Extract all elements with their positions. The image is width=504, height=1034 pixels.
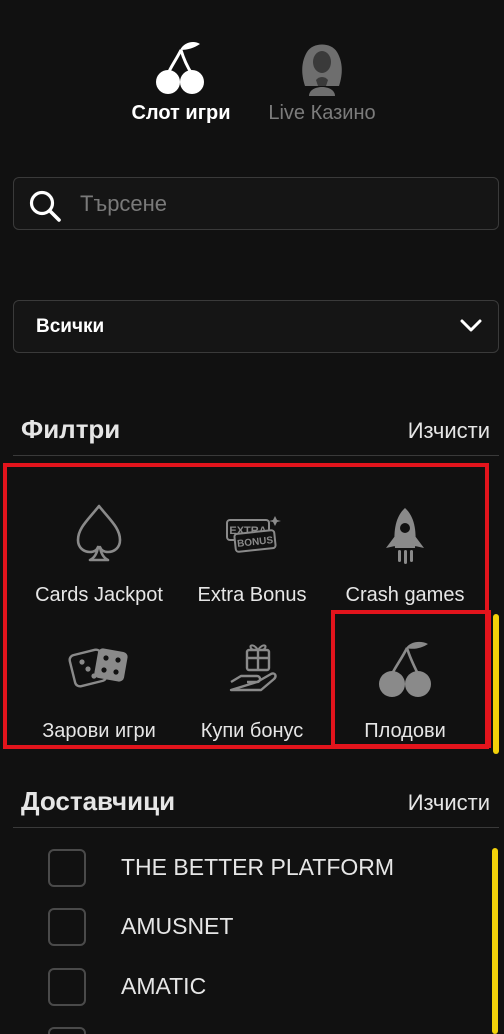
- provider-item[interactable]: THE BETTER PLATFORM: [0, 849, 504, 899]
- category-select-value: Всички: [36, 316, 105, 337]
- provider-label: AMATIC: [121, 973, 207, 999]
- filter-cards-jackpot-label: Cards Jackpot: [35, 584, 163, 606]
- dealer-icon: [302, 44, 342, 96]
- game-filter-panel: Слот игри Live Казино Всички Филтри Изчи…: [0, 0, 504, 1034]
- filter-extra-bonus-label: Extra Bonus: [197, 584, 307, 606]
- game-type-tabs: Слот игри Live Казино: [0, 0, 504, 140]
- filter-buy-bonus[interactable]: Купи бонус: [175, 628, 329, 752]
- filter-buy-bonus-label: Купи бонус: [200, 720, 304, 742]
- provider-item-partial[interactable]: [0, 1027, 504, 1034]
- rocket-icon: [386, 508, 424, 564]
- dice-icon: [68, 648, 128, 688]
- provider-checkbox[interactable]: [48, 1027, 86, 1034]
- providers-header: Доставчици Изчисти: [0, 786, 504, 826]
- spade-icon: [76, 504, 122, 562]
- provider-item[interactable]: AMATIC: [0, 968, 504, 1018]
- filter-cards-jackpot[interactable]: Cards Jackpot: [22, 492, 176, 616]
- filters-divider: [13, 455, 499, 456]
- filter-dice-games[interactable]: Зарови игри: [22, 628, 176, 752]
- filter-extra-bonus[interactable]: EXTRA BONUS Extra Bonus: [175, 492, 329, 616]
- providers-scrollbar[interactable]: [492, 848, 498, 1034]
- filter-dice-games-label: Зарови игри: [42, 720, 156, 742]
- filters-clear-button[interactable]: Изчисти: [408, 418, 490, 444]
- filters-title: Филтри: [21, 414, 121, 444]
- search-box: [13, 177, 499, 230]
- tab-live-casino[interactable]: Live Казино: [252, 36, 392, 125]
- tab-slot-games-label: Слот игри: [131, 102, 231, 124]
- search-icon: [29, 190, 61, 222]
- provider-label: THE BETTER PLATFORM: [121, 854, 395, 880]
- extra-bonus-icon: EXTRA BONUS: [226, 516, 281, 553]
- fruit-filter-highlight-box: [331, 610, 491, 748]
- provider-checkbox[interactable]: [48, 908, 86, 946]
- provider-label: AMUSNET: [121, 913, 234, 939]
- filter-crash-games[interactable]: Crash games: [328, 492, 482, 616]
- provider-checkbox[interactable]: [48, 849, 86, 887]
- providers-title: Доставчици: [21, 786, 176, 816]
- tab-live-casino-label: Live Казино: [268, 102, 376, 124]
- providers-divider: [13, 827, 499, 828]
- filter-crash-games-label: Crash games: [345, 584, 465, 606]
- tab-slot-games[interactable]: Слот игри: [111, 36, 251, 125]
- provider-item[interactable]: AMUSNET: [0, 908, 504, 958]
- gift-hand-icon: [229, 644, 277, 692]
- filters-scrollbar[interactable]: [493, 614, 499, 754]
- providers-clear-button[interactable]: Изчисти: [408, 790, 490, 816]
- filters-header: Филтри Изчисти: [0, 414, 504, 454]
- cherry-icon: [156, 42, 204, 94]
- search-input[interactable]: [78, 188, 478, 220]
- category-select[interactable]: Всички: [13, 300, 499, 353]
- chevron-down-icon: [460, 319, 482, 332]
- provider-checkbox[interactable]: [48, 968, 86, 1006]
